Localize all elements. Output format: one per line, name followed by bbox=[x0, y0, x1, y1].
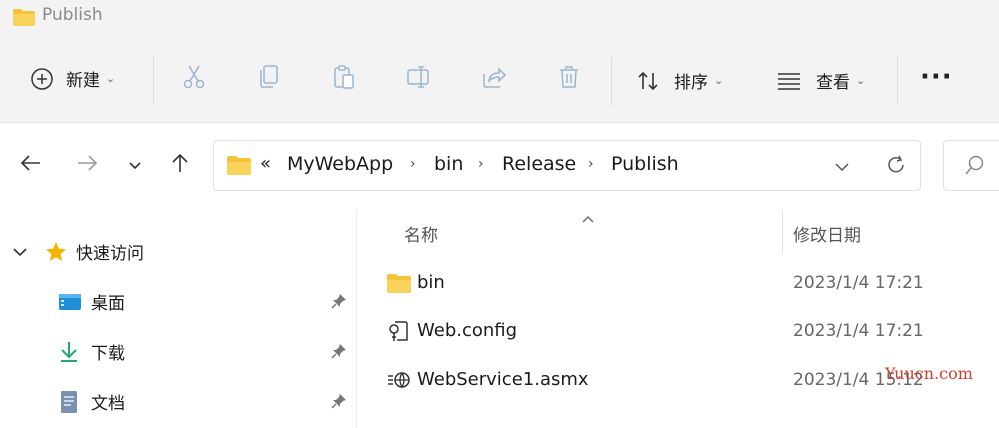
breadcrumb-release[interactable]: Release bbox=[502, 153, 576, 175]
toolbar-divider bbox=[611, 57, 612, 105]
cut-button[interactable] bbox=[177, 62, 211, 96]
star-icon bbox=[44, 240, 68, 264]
config-file-icon bbox=[386, 318, 412, 344]
title-bar: Publish bbox=[0, 0, 999, 33]
file-name: Web.config bbox=[417, 320, 518, 341]
more-icon: ··· bbox=[920, 62, 953, 92]
copy-button[interactable] bbox=[252, 62, 286, 96]
sidebar-item-downloads[interactable]: 下载 bbox=[58, 339, 125, 364]
arrow-up-icon bbox=[171, 152, 189, 178]
forward-button[interactable] bbox=[72, 150, 102, 180]
pin-icon[interactable] bbox=[330, 392, 348, 410]
toolbar-divider bbox=[897, 57, 898, 105]
breadcrumb-publish[interactable]: Publish bbox=[611, 153, 679, 175]
chevron-right-icon[interactable]: › bbox=[478, 156, 484, 172]
new-button[interactable]: 新建 ⌄ bbox=[30, 66, 115, 91]
view-label: 查看 bbox=[816, 73, 850, 93]
chevron-right-icon[interactable]: › bbox=[410, 156, 416, 172]
refresh-icon[interactable] bbox=[885, 154, 907, 180]
sidebar-item-desktop[interactable]: 桌面 bbox=[58, 289, 125, 314]
clipboard-icon bbox=[332, 64, 356, 94]
arrow-right-icon bbox=[76, 154, 98, 176]
sidebar-item-label: 桌面 bbox=[91, 294, 125, 314]
pin-icon[interactable] bbox=[330, 292, 348, 310]
desktop-icon bbox=[58, 291, 82, 313]
overflow-crumbs[interactable]: « bbox=[260, 153, 271, 174]
web-service-file-icon bbox=[386, 367, 412, 393]
document-icon bbox=[58, 390, 80, 414]
expand-chevron-icon[interactable] bbox=[12, 246, 28, 258]
sort-label: 排序 bbox=[674, 73, 708, 93]
sort-icon bbox=[636, 69, 660, 93]
recent-locations-button[interactable] bbox=[120, 150, 150, 180]
column-header-name[interactable]: 名称 bbox=[404, 221, 438, 246]
window-title: Publish bbox=[42, 5, 103, 25]
chevron-down-icon bbox=[128, 156, 142, 175]
sidebar-item-label: 快速访问 bbox=[76, 244, 144, 264]
chevron-down-icon: ⌄ bbox=[106, 72, 116, 85]
rename-button[interactable] bbox=[402, 62, 436, 96]
column-divider[interactable] bbox=[782, 210, 783, 254]
address-history-button[interactable] bbox=[834, 158, 850, 177]
breadcrumb-mywebapp[interactable]: MyWebApp bbox=[287, 153, 393, 175]
copy-icon bbox=[258, 64, 280, 94]
arrow-left-icon bbox=[20, 154, 42, 176]
paste-button[interactable] bbox=[327, 62, 361, 96]
sort-button[interactable]: 排序 ⌄ bbox=[636, 68, 723, 93]
folder-icon bbox=[386, 270, 412, 296]
back-button[interactable] bbox=[16, 150, 46, 180]
sidebar-item-label: 文档 bbox=[91, 394, 125, 414]
view-button[interactable]: 查看 ⌄ bbox=[776, 68, 865, 93]
file-name: WebService1.asmx bbox=[417, 369, 589, 390]
toolbar-divider bbox=[153, 57, 154, 105]
scissors-icon bbox=[182, 64, 206, 94]
chevron-down-icon: ⌄ bbox=[714, 74, 724, 87]
share-button[interactable] bbox=[477, 62, 511, 96]
folder-icon bbox=[12, 7, 36, 31]
file-date-modified: 2023/1/4 17:21 bbox=[793, 321, 924, 341]
folder-icon bbox=[226, 154, 252, 180]
trash-icon bbox=[558, 64, 580, 94]
pin-icon[interactable] bbox=[330, 342, 348, 360]
search-box[interactable] bbox=[943, 140, 999, 191]
watermark: Yuucn.com bbox=[885, 364, 973, 383]
more-options-button[interactable]: ··· bbox=[920, 62, 953, 92]
search-icon bbox=[964, 154, 986, 180]
new-label: 新建 bbox=[66, 71, 100, 91]
share-icon bbox=[481, 65, 507, 93]
file-name: bin bbox=[417, 272, 445, 293]
chevron-right-icon[interactable]: › bbox=[588, 156, 594, 172]
breadcrumb-bin[interactable]: bin bbox=[434, 153, 463, 175]
pane-divider bbox=[356, 210, 357, 428]
sidebar-item-quick-access[interactable]: 快速访问 bbox=[12, 239, 144, 264]
rename-icon bbox=[406, 65, 432, 93]
up-button[interactable] bbox=[165, 150, 195, 180]
file-date-modified: 2023/1/4 17:21 bbox=[793, 273, 924, 293]
add-circle-icon bbox=[30, 67, 54, 91]
sort-ascending-icon bbox=[581, 209, 595, 228]
sidebar-item-label: 下载 bbox=[91, 344, 125, 364]
column-header-date-modified[interactable]: 修改日期 bbox=[793, 221, 861, 246]
delete-button[interactable] bbox=[552, 62, 586, 96]
sidebar-item-documents[interactable]: 文档 bbox=[58, 389, 125, 414]
download-icon bbox=[58, 340, 80, 364]
chevron-down-icon: ⌄ bbox=[856, 74, 866, 87]
view-list-icon bbox=[776, 69, 802, 93]
